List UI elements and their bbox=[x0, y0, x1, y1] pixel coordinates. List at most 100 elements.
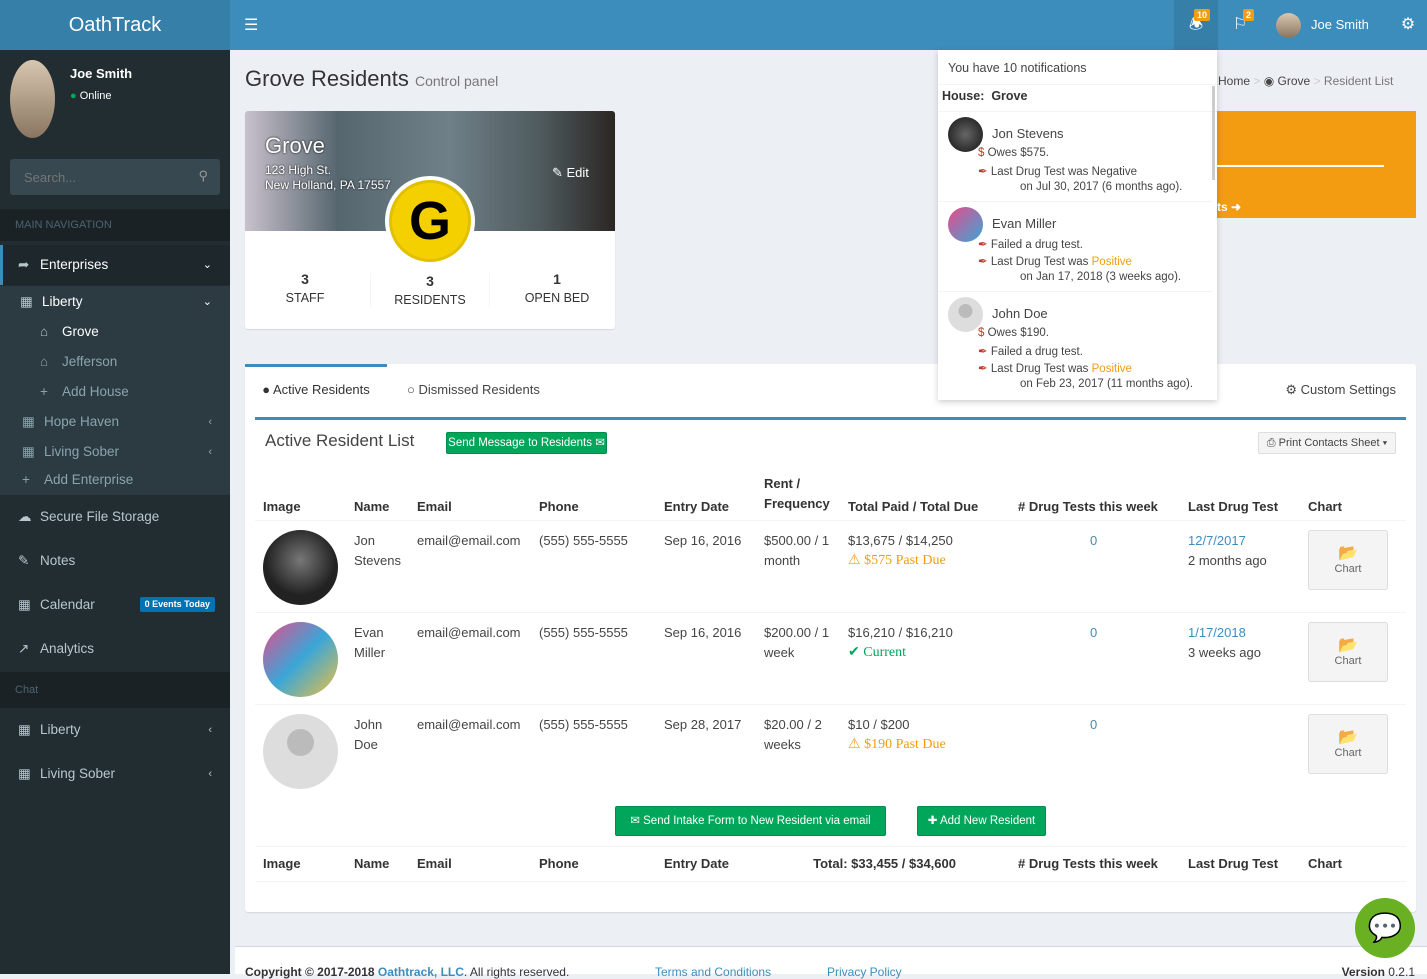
building-icon: ▦ bbox=[22, 414, 35, 429]
rent-frequency: $20.00 / 2 weeks bbox=[764, 717, 822, 752]
table-row: Evan Miller email@email.com (555) 555-55… bbox=[255, 612, 1406, 704]
house-address: 123 High St. New Holland, PA 17557 bbox=[265, 163, 391, 192]
sidebar-item-jefferson[interactable]: ⌂ Jefferson bbox=[0, 347, 230, 377]
stat-open-bed: 1 OPEN BED bbox=[524, 271, 590, 305]
flag-icon[interactable]: ⚐ 2 bbox=[1218, 0, 1262, 50]
breadcrumb-grove[interactable]: ◉ Grove bbox=[1264, 74, 1311, 88]
notification-item[interactable]: Evan Miller ✒ Failed a drug test. ✒ Last D… bbox=[938, 202, 1213, 292]
resident-name[interactable]: Jon Stevens bbox=[354, 521, 417, 605]
notif-badge: 10 bbox=[1193, 9, 1210, 21]
sidebar-item-secure-file-storage[interactable]: ☁ Secure File Storage bbox=[0, 497, 230, 537]
user-avatar bbox=[10, 60, 55, 138]
drug-tests-count[interactable]: 0 bbox=[1018, 705, 1188, 789]
list-title: Active Resident List bbox=[265, 431, 415, 450]
section-chat: Chat bbox=[0, 672, 230, 708]
search-box: ⚲ bbox=[10, 159, 220, 195]
eyedropper-icon: ✒ bbox=[978, 346, 988, 358]
resident-email: email@email.com bbox=[417, 717, 521, 732]
resident-photo bbox=[263, 613, 354, 697]
resident-name[interactable]: John Doe bbox=[354, 705, 417, 789]
payment-status: ⚠ $190 Past Due bbox=[848, 737, 946, 752]
last-drug-test-date[interactable]: 12/7/2017 bbox=[1188, 531, 1308, 551]
sidebar-item-grove[interactable]: ⌂ Grove bbox=[0, 317, 230, 347]
chevron-left-icon: ‹ bbox=[208, 416, 212, 428]
building-icon: ▦ bbox=[18, 722, 31, 737]
sidebar-item-hope-haven[interactable]: ▦ Hope Haven ‹ bbox=[0, 407, 230, 437]
total-paid: $10 / $200 bbox=[848, 717, 910, 732]
chart-button[interactable]: 📂 Chart bbox=[1308, 530, 1388, 590]
company-link[interactable]: Oathtrack, LLC bbox=[378, 965, 464, 979]
chat-item-living-sober[interactable]: ▦ Living Sober ‹ bbox=[0, 754, 230, 794]
chat-item-liberty[interactable]: ▦ Liberty ‹ bbox=[0, 710, 230, 750]
sidebar-item-enterprises[interactable]: ➦ Enterprises ⌄ bbox=[0, 245, 230, 285]
logo[interactable]: OathTrack bbox=[0, 0, 230, 50]
resident-email: email@email.com bbox=[417, 625, 521, 640]
breadcrumb-home[interactable]: Home bbox=[1218, 74, 1250, 88]
tab-dismissed-residents[interactable]: ○ Dismissed Residents bbox=[407, 367, 540, 413]
building-icon: ▦ bbox=[18, 766, 31, 781]
notifications-dropdown: You have 10 notifications House: Grove J… bbox=[938, 50, 1217, 400]
eyedropper-icon: ✒ bbox=[978, 363, 988, 375]
notification-item[interactable]: John Doe $ Owes $190. ✒ Failed a drug test… bbox=[938, 292, 1213, 400]
resident-phone: (555) 555-5555 bbox=[539, 625, 628, 640]
house-card: Grove 123 High St. New Holland, PA 17557 … bbox=[245, 111, 615, 329]
send-message-button[interactable]: Send Message to Residents ✉ bbox=[446, 432, 607, 454]
last-drug-test-date[interactable]: 1/17/2018 bbox=[1188, 623, 1308, 643]
sidebar-item-add-house[interactable]: + Add House bbox=[0, 377, 230, 407]
resident-phone: (555) 555-5555 bbox=[539, 533, 628, 548]
send-intake-form-button[interactable]: ✉ Send Intake Form to New Resident via e… bbox=[615, 806, 886, 836]
folder-open-icon: 📂 bbox=[1338, 729, 1358, 746]
tab-active-residents[interactable]: ● Active Residents bbox=[245, 364, 387, 412]
sidebar-item-add-enterprise[interactable]: + Add Enterprise bbox=[0, 465, 230, 495]
calendar-icon: ▦ bbox=[18, 597, 31, 612]
drug-tests-count[interactable]: 0 bbox=[1018, 521, 1188, 605]
print-contacts-button[interactable]: ⎙ Print Contacts Sheet ▾ bbox=[1258, 432, 1396, 454]
notifications-bell-icon[interactable]: 🕭 10 bbox=[1174, 0, 1218, 50]
flag-badge: 2 bbox=[1242, 9, 1254, 21]
sidebar-item-notes[interactable]: ✎ Notes bbox=[0, 541, 230, 581]
sidebar-item-living-sober[interactable]: ▦ Living Sober ‹ bbox=[0, 437, 230, 467]
terms-link[interactable]: Terms and Conditions bbox=[655, 965, 771, 979]
edit-icon: ✎ bbox=[18, 553, 30, 568]
footer: Copyright © 2017-2018 Oathtrack, LLC. Al… bbox=[235, 946, 1427, 979]
events-badge: 0 Events Today bbox=[139, 597, 215, 612]
search-input[interactable] bbox=[10, 159, 185, 195]
custom-settings-button[interactable]: ⚙ Custom Settings bbox=[1285, 367, 1396, 413]
page-title: Grove Residents Control panel bbox=[245, 66, 499, 91]
table-header: Image Name Email Phone Entry Date Rent / Freq… bbox=[263, 476, 1342, 514]
chat-bubble-icon[interactable]: 💬 bbox=[1355, 898, 1415, 958]
sidebar: Joe Smith ● Online ⚲ MAIN NAVIGATION ➦En… bbox=[0, 50, 230, 974]
user-menu[interactable]: Joe Smith bbox=[1276, 12, 1369, 39]
section-main-navigation: MAIN NAVIGATION bbox=[0, 209, 230, 241]
drug-tests-count[interactable]: 0 bbox=[1018, 613, 1188, 697]
resident-name[interactable]: Evan Miller bbox=[354, 613, 417, 697]
online-status: ● Online bbox=[70, 90, 112, 102]
add-new-resident-button[interactable]: ✚ Add New Resident bbox=[917, 806, 1046, 836]
folder-open-icon: 📂 bbox=[1338, 637, 1358, 654]
notifications-header: You have 10 notifications bbox=[948, 61, 1087, 75]
building-icon: ▦ bbox=[22, 444, 35, 459]
search-icon[interactable]: ⚲ bbox=[198, 168, 208, 184]
gears-icon[interactable]: ⚙ bbox=[1386, 0, 1427, 50]
resident-email: email@email.com bbox=[417, 533, 521, 548]
cloud-icon: ☁ bbox=[18, 509, 32, 524]
chart-button[interactable]: 📂 Chart bbox=[1308, 622, 1388, 682]
notifications-house: House: Grove bbox=[938, 84, 1217, 112]
payment-status: ✔ Current bbox=[848, 645, 906, 660]
edit-button[interactable]: ✎ Edit bbox=[552, 165, 589, 181]
chevron-left-icon: ‹ bbox=[208, 724, 212, 736]
chart-button[interactable]: 📂 Chart bbox=[1308, 714, 1388, 774]
resident-phone: (555) 555-5555 bbox=[539, 717, 628, 732]
sidebar-toggle-icon[interactable]: ☰ bbox=[244, 15, 258, 35]
table-footer-row: Image Name Email Phone Entry Date Total: $33,… bbox=[263, 856, 1342, 871]
sidebar-item-analytics[interactable]: ↗ Analytics bbox=[0, 629, 230, 669]
dollar-icon: $ bbox=[978, 327, 985, 339]
plus-icon: + bbox=[22, 472, 30, 487]
dollar-icon: $ bbox=[978, 147, 985, 159]
entry-date: Sep 16, 2016 bbox=[664, 533, 742, 548]
notification-item[interactable]: Jon Stevens $ Owes $575. ✒ Last Drug Test … bbox=[938, 112, 1213, 202]
sidebar-item-liberty[interactable]: ▦ Liberty ⌄ bbox=[0, 286, 230, 318]
more-info-link[interactable]: ts ➜ bbox=[1217, 200, 1241, 214]
privacy-link[interactable]: Privacy Policy bbox=[827, 965, 902, 979]
sidebar-item-calendar[interactable]: ▦ Calendar 0 Events Today bbox=[0, 585, 230, 625]
